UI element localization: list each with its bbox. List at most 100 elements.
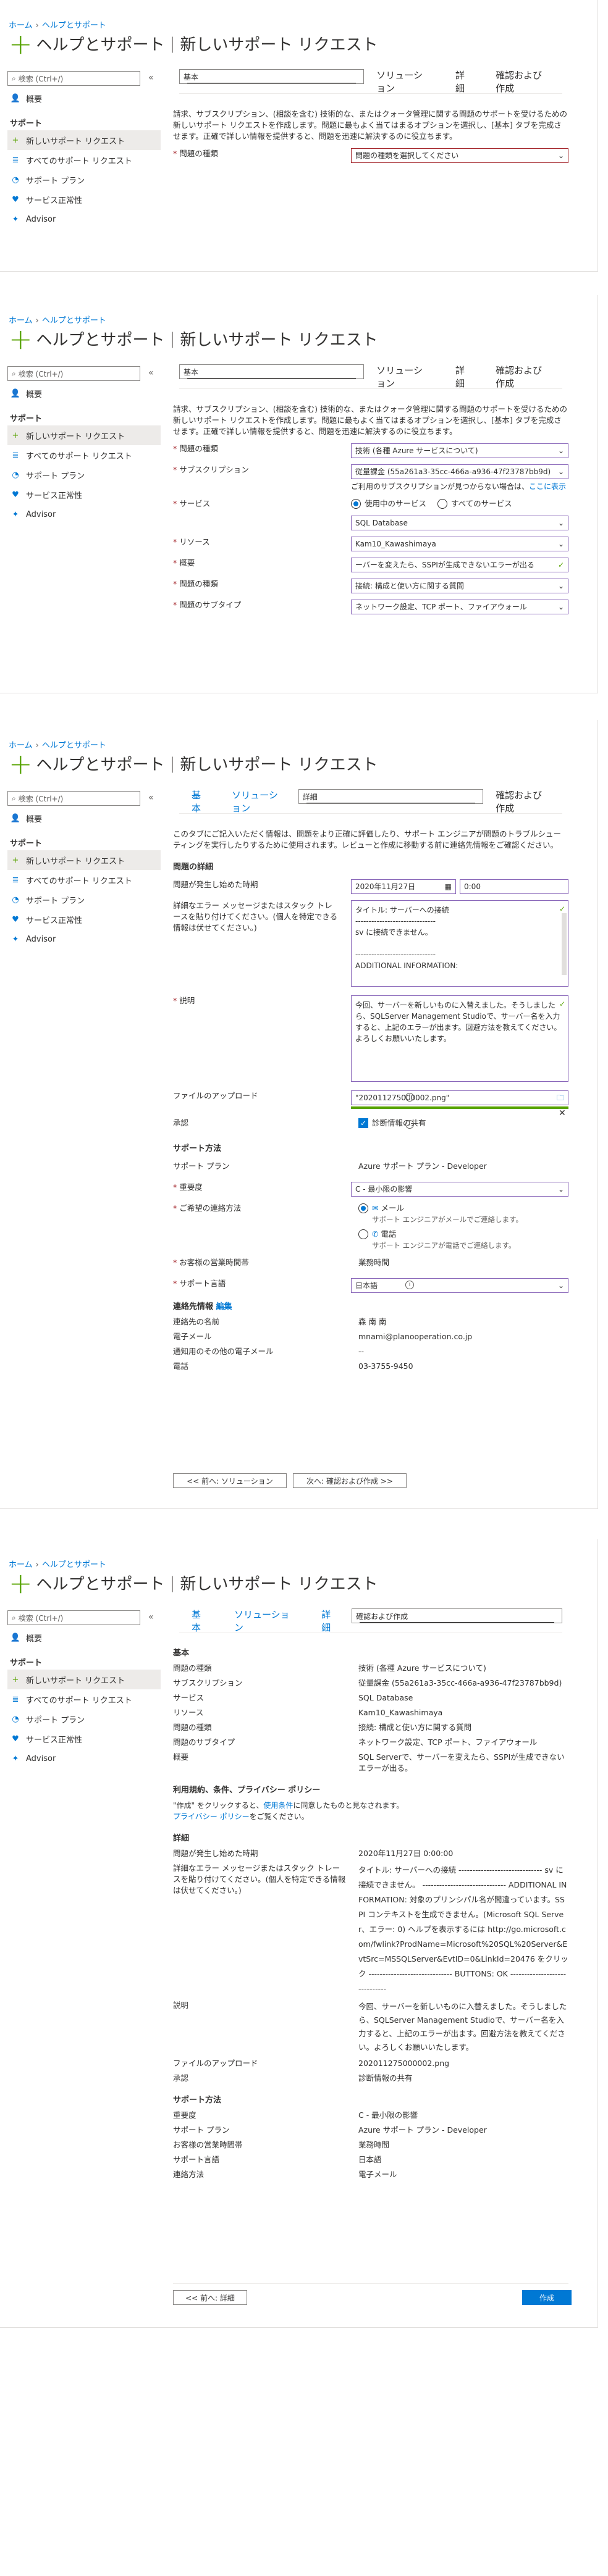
language-select[interactable]: 日本語 ⌄: [351, 1278, 568, 1293]
breadcrumb-help[interactable]: ヘルプとサポート: [42, 21, 106, 30]
sidebar-item-new-request[interactable]: + 新しいサポート リクエスト: [7, 130, 161, 150]
sidebar-item-new-request[interactable]: + 新しいサポート リクエスト: [7, 425, 161, 445]
tab-review[interactable]: 確認および作成: [483, 364, 562, 389]
breadcrumb-help[interactable]: ヘルプとサポート: [42, 1560, 106, 1570]
check-icon: ✓: [559, 1000, 565, 1008]
select-value: C - 最小限の影響: [355, 1185, 413, 1194]
consent-value: 診断情報の共有: [372, 1118, 426, 1127]
folder-icon[interactable]: 🗀: [557, 1092, 564, 1103]
sidebar-item-support-plan[interactable]: ◔ サポート プラン: [7, 170, 161, 190]
issue-type-select[interactable]: 問題の種類を選択してください ⌄: [351, 148, 568, 163]
upload-input[interactable]: "202011275000002.png" 🗀: [351, 1090, 568, 1105]
sidebar-item-overview[interactable]: 👤 概要: [7, 88, 161, 108]
tab-basic[interactable]: 基本: [179, 789, 219, 814]
scrollbar[interactable]: [562, 913, 567, 975]
sidebar-label: サポート プラン: [26, 1715, 85, 1725]
next-review-button[interactable]: 次へ: 確認および作成 >>: [293, 1473, 407, 1488]
sidebar-item-new-request[interactable]: + 新しいサポート リクエスト: [7, 850, 161, 870]
tab-basic[interactable]: 基本: [179, 364, 365, 379]
problem-type-select[interactable]: 接続: 構成と使い方に関する質問 ⌄: [351, 579, 568, 593]
tab-review[interactable]: 確認および作成: [483, 69, 562, 94]
resource-select[interactable]: Kam10_Kawashimaya ⌄: [351, 537, 568, 551]
edit-link[interactable]: 編集: [216, 1302, 232, 1311]
tab-solution[interactable]: ソリューション: [364, 364, 443, 389]
prev-details-button[interactable]: << 前へ: 詳細: [173, 2290, 247, 2305]
tab-details[interactable]: 詳細: [309, 1608, 352, 1633]
sidebar: ⌕ 検索 (Ctrl+/) « 👤 概要 サポート + 新しいサポート リクエスト ≣…: [7, 71, 161, 229]
service-select[interactable]: SQL Database ⌄: [351, 516, 568, 530]
sidebar-item-service-health[interactable]: ♥ サービス正常性: [7, 1729, 161, 1749]
search-input[interactable]: ⌕ 検索 (Ctrl+/): [7, 71, 140, 86]
row-value: 2020年11月27日 0:00:00: [358, 1849, 454, 1858]
tab-details[interactable]: 詳細: [443, 364, 483, 389]
contact-info-title: 連絡先情報: [173, 1302, 214, 1311]
collapse-icon[interactable]: «: [148, 1612, 154, 1622]
tab-basic[interactable]: 基本: [179, 69, 365, 84]
breadcrumb-help[interactable]: ヘルプとサポート: [42, 316, 106, 325]
service-radio-in-use[interactable]: 使用中のサービス: [351, 498, 426, 509]
error-textarea[interactable]: タイトル: サーバーへの接続 -------------------------…: [351, 900, 568, 987]
subscription-help-link[interactable]: ここに表示: [529, 482, 566, 491]
sidebar-item-all-requests[interactable]: ≣ すべてのサポート リクエスト: [7, 1689, 161, 1709]
breadcrumb-help[interactable]: ヘルプとサポート: [42, 741, 106, 750]
contact-radio-email[interactable]: ✉ メール: [358, 1203, 568, 1214]
search-icon: ⌕: [12, 1613, 16, 1622]
upload-label: ファイルのアップロード: [173, 1091, 258, 1100]
collapse-icon[interactable]: «: [148, 73, 154, 83]
severity-select[interactable]: C - 最小限の影響 ⌄: [351, 1182, 568, 1197]
sidebar-item-all-requests[interactable]: ≣ すべてのサポート リクエスト: [7, 445, 161, 465]
sidebar-item-advisor[interactable]: ✦ Advisor: [7, 209, 161, 229]
sidebar-item-all-requests[interactable]: ≣ すべてのサポート リクエスト: [7, 870, 161, 890]
info-icon[interactable]: i: [405, 1093, 414, 1102]
search-input[interactable]: ⌕ 検索 (Ctrl+/): [7, 791, 140, 806]
service-radio-all[interactable]: すべてのサービス: [437, 498, 512, 509]
sidebar-item-advisor[interactable]: ✦ Advisor: [7, 929, 161, 949]
sidebar-item-advisor[interactable]: ✦ Advisor: [7, 1749, 161, 1768]
subscription-select[interactable]: 従量課金 (55a261a3-35cc-466a-a936-47f23787bb…: [351, 464, 568, 479]
tab-details[interactable]: 詳細: [298, 789, 484, 804]
info-icon[interactable]: i: [405, 1120, 414, 1129]
tab-solution[interactable]: ソリューション: [364, 69, 443, 94]
prev-solution-button[interactable]: << 前へ: ソリューション: [173, 1473, 287, 1488]
tab-basic[interactable]: 基本: [179, 1608, 222, 1633]
row-value: 接続: 構成と使い方に関する質問: [358, 1723, 472, 1732]
subtype-select[interactable]: ネットワーク設定、TCP ポート、ファイアウォール ⌄: [351, 600, 568, 614]
sidebar-item-overview[interactable]: 👤 概要: [7, 1628, 161, 1647]
sidebar-item-overview[interactable]: 👤 概要: [7, 808, 161, 828]
sidebar-item-all-requests[interactable]: ≣ すべてのサポート リクエスト: [7, 150, 161, 170]
collapse-icon[interactable]: «: [148, 368, 154, 378]
create-button[interactable]: 作成: [522, 2290, 572, 2305]
consent-checkbox[interactable]: ✓: [358, 1118, 368, 1128]
sidebar-item-support-plan[interactable]: ◔ サポート プラン: [7, 465, 161, 485]
search-input[interactable]: ⌕ 検索 (Ctrl+/): [7, 1610, 140, 1625]
row-key: 問題が発生し始めた時期: [173, 1849, 258, 1858]
tab-details[interactable]: 詳細: [443, 69, 483, 94]
row-key: 説明: [173, 2001, 189, 2010]
terms-of-use-link[interactable]: 使用条件: [263, 1801, 293, 1810]
sidebar-item-advisor[interactable]: ✦ Advisor: [7, 504, 161, 524]
sidebar-item-service-health[interactable]: ♥ サービス正常性: [7, 485, 161, 504]
tab-review[interactable]: 確認および作成: [352, 1608, 562, 1623]
summary-input[interactable]: ーバーを変えたら、SSPIが生成できないエラーが出る ✓: [351, 558, 568, 572]
issue-type-select[interactable]: 技術 (各種 Azure サービスについて) ⌄: [351, 443, 568, 458]
tab-review[interactable]: 確認および作成: [483, 789, 562, 814]
sidebar-item-support-plan[interactable]: ◔ サポート プラン: [7, 1709, 161, 1729]
start-time-input[interactable]: 0:00: [460, 879, 568, 894]
subscription-label: サブスクリプション: [179, 465, 249, 474]
sidebar-item-new-request[interactable]: + 新しいサポート リクエスト: [7, 1670, 161, 1689]
sidebar-item-overview[interactable]: 👤 概要: [7, 383, 161, 403]
sidebar-item-service-health[interactable]: ♥ サービス正常性: [7, 910, 161, 929]
start-date-picker[interactable]: 2020年11月27日 ▦: [351, 879, 456, 894]
tab-solution[interactable]: ソリューション: [219, 789, 298, 814]
info-icon[interactable]: i: [405, 1281, 414, 1289]
description-textarea[interactable]: 今回、サーバーを新しいものに入替えました。そうしましたら、SQLServer M…: [351, 995, 568, 1082]
chevron-down-icon: ⌄: [557, 603, 564, 611]
sidebar-item-service-health[interactable]: ♥ サービス正常性: [7, 190, 161, 209]
sidebar-item-support-plan[interactable]: ◔ サポート プラン: [7, 890, 161, 910]
search-input[interactable]: ⌕ 検索 (Ctrl+/): [7, 366, 140, 381]
contact-radio-phone[interactable]: ✆ 電話: [358, 1229, 568, 1240]
privacy-policy-link[interactable]: プライバシー ポリシー: [173, 1812, 250, 1821]
collapse-icon[interactable]: «: [148, 793, 154, 803]
row-key: サポート プラン: [173, 2125, 230, 2135]
tab-solution[interactable]: ソリューション: [222, 1608, 309, 1633]
